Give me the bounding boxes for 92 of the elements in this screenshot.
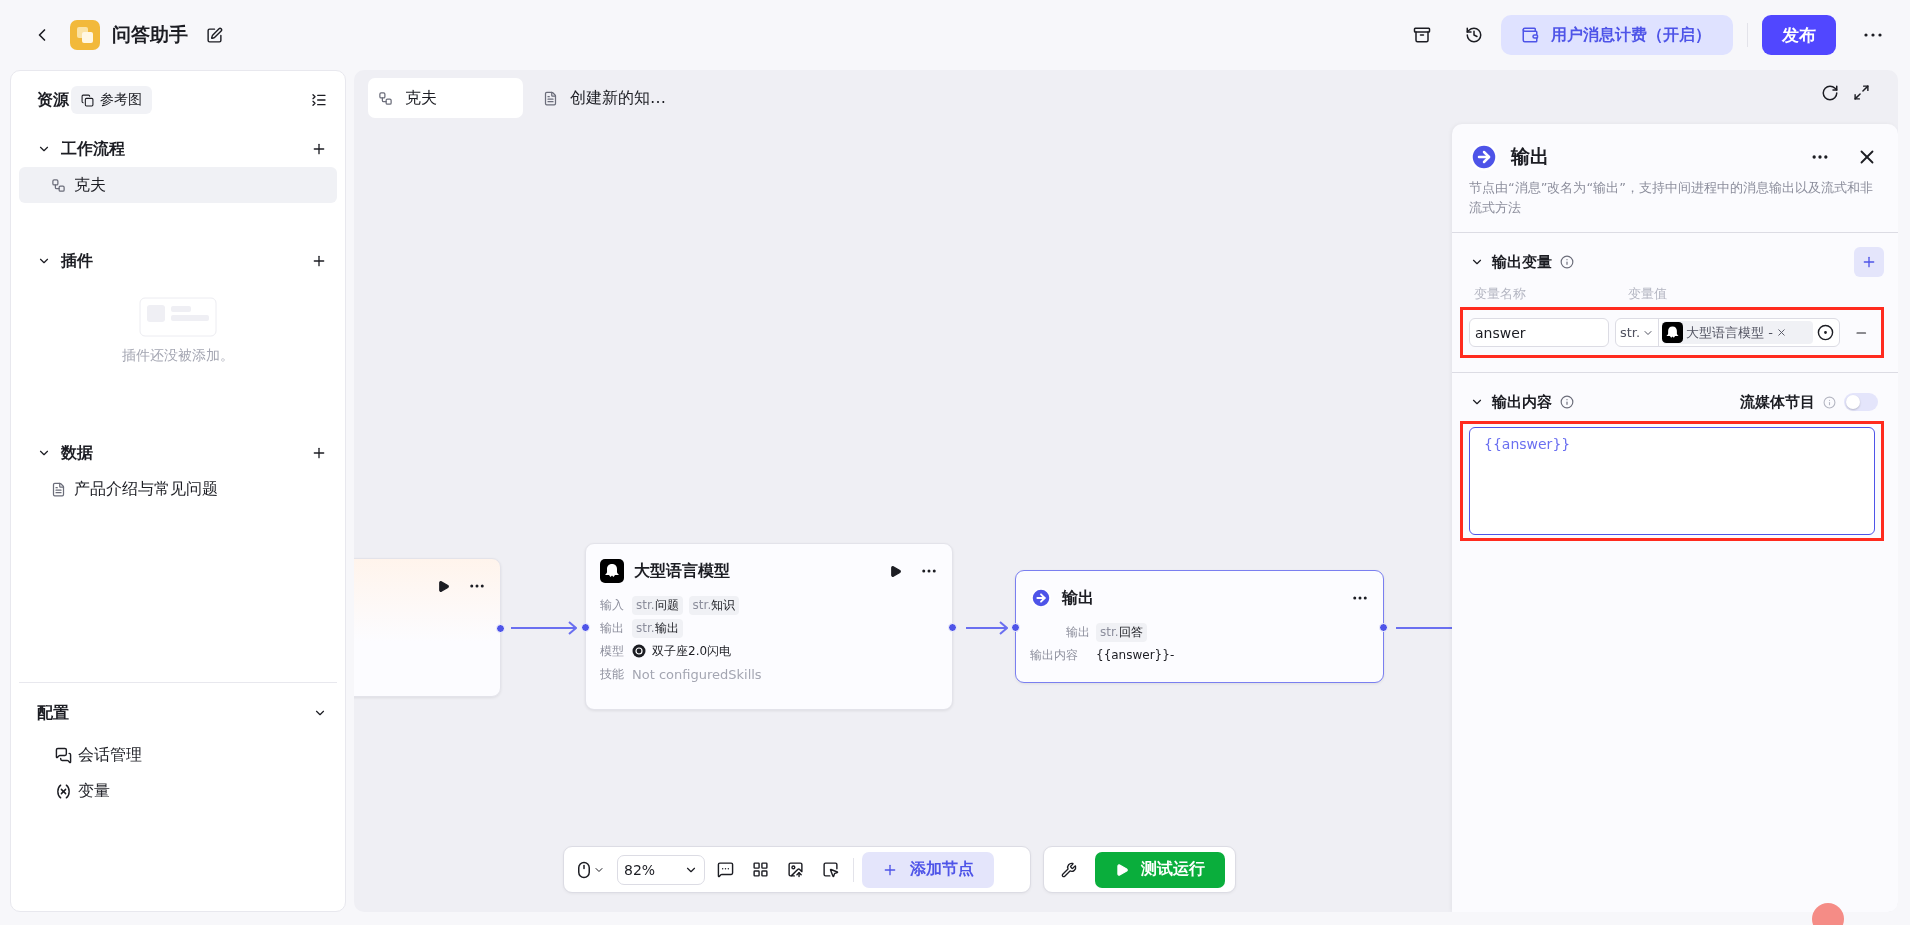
edit-icon: [206, 26, 223, 44]
document-icon: [543, 90, 558, 106]
field-label: 输出内容: [1030, 646, 1079, 664]
billing-button[interactable]: 用户消息计费（开启）: [1501, 15, 1733, 55]
field-label: 输出: [1065, 623, 1090, 641]
app-title: 问答助手: [112, 22, 188, 47]
ghost-icon: [1662, 322, 1684, 343]
type-select[interactable]: str.: [1616, 319, 1660, 346]
section-title: 工作流程: [61, 138, 126, 160]
section-title: 输出内容: [1492, 392, 1552, 412]
image-icon: [787, 861, 804, 878]
field-value: Not configuredSkills: [632, 666, 762, 682]
section-title: 插件: [61, 250, 94, 272]
play-icon[interactable]: [437, 579, 450, 593]
source-chip[interactable]: 大型语言模型 -: [1662, 321, 1814, 344]
edge-arrow: [966, 621, 1008, 635]
sidebar-item[interactable]: 克夫: [19, 167, 337, 203]
field-label: 模型: [600, 642, 625, 660]
output-port[interactable]: [948, 622, 957, 632]
output-content-field[interactable]: {{answer}}: [1469, 427, 1875, 535]
output-port[interactable]: [496, 623, 505, 633]
section-title: 输出变量: [1492, 252, 1552, 272]
sidebar-title: 资源: [37, 89, 69, 111]
plus-icon: [1861, 254, 1877, 270]
input-port: [581, 622, 590, 632]
panel-description: 节点由“消息”改名为“输出”，支持中间进程中的消息输出以及流式和非流式方法: [1452, 178, 1898, 233]
reference-button[interactable]: 参考图: [71, 86, 152, 114]
add-icon[interactable]: [311, 445, 327, 461]
output-port[interactable]: [1379, 622, 1388, 632]
panel-title: 输出: [1511, 144, 1550, 169]
ghost-icon: [600, 559, 624, 583]
stream-toggle[interactable]: [1844, 393, 1878, 411]
variable-tag: str.输出: [632, 618, 683, 638]
empty-message: 插件还没被添加。: [122, 347, 234, 365]
workflow-icon: [51, 177, 66, 193]
info-icon: [1560, 395, 1574, 409]
refresh-icon[interactable]: [1821, 84, 1839, 102]
history-icon: [1465, 26, 1483, 44]
more-icon: [1864, 33, 1882, 37]
add-variable-button[interactable]: [1854, 247, 1884, 277]
model-icon: [632, 644, 646, 658]
mouse-icon: [575, 860, 593, 879]
output-icon: [1030, 587, 1052, 609]
stream-label: 流媒体节目: [1740, 392, 1815, 412]
input-port: [1011, 622, 1020, 632]
info-icon: [1560, 255, 1574, 269]
column-header: 变量名称: [1474, 285, 1527, 303]
document-icon: [51, 481, 66, 497]
node-title: 大型语言模型: [634, 560, 731, 582]
add-node-button[interactable]: 添加节点: [862, 851, 994, 888]
variable-tag: str.回答: [1096, 622, 1147, 642]
sidebar-item[interactable]: 产品介绍与常见问题: [19, 471, 337, 507]
expand-icon[interactable]: [1853, 84, 1870, 101]
field-label: 输出: [600, 619, 625, 637]
grid-icon: [752, 861, 769, 878]
wallet-icon: [1521, 26, 1539, 44]
chat-icon: [55, 746, 72, 764]
column-header: 变量值: [1628, 285, 1668, 303]
config-item[interactable]: 会话管理: [19, 737, 337, 773]
field-value: 双子座2.0闪电: [652, 642, 732, 660]
edge-arrow: [511, 621, 577, 635]
field-label: 输入: [600, 596, 625, 614]
canvas-tab[interactable]: 创建新的知…: [533, 78, 676, 118]
play-icon[interactable]: [889, 564, 902, 578]
add-icon[interactable]: [311, 141, 327, 157]
section-title: 配置: [37, 702, 70, 724]
remove-icon[interactable]: [1776, 327, 1787, 338]
target-icon[interactable]: [1817, 324, 1835, 341]
variable-icon: [55, 782, 72, 800]
archive-icon: [1413, 26, 1431, 44]
copy-icon: [81, 93, 94, 107]
zoom-select[interactable]: 82%: [617, 854, 705, 885]
section-title: 数据: [61, 442, 94, 464]
info-icon: [1823, 395, 1836, 409]
canvas-tab[interactable]: 克夫: [368, 78, 523, 118]
node-title: 输出: [1062, 587, 1095, 609]
field-value: {{answer}}-: [1096, 648, 1175, 662]
play-icon: [1115, 862, 1129, 877]
app-logo-icon: [70, 20, 100, 50]
comment-icon: [717, 861, 734, 878]
variable-tag: str.问题: [632, 595, 683, 615]
collapse-icon[interactable]: [311, 92, 327, 108]
pointer-icon: [822, 861, 839, 878]
variable-tag: str.知识: [688, 595, 740, 615]
workflow-icon: [378, 90, 393, 106]
config-item[interactable]: 变量: [19, 773, 337, 809]
variable-name-field[interactable]: answer: [1469, 318, 1609, 347]
output-icon: [1469, 142, 1499, 172]
wrench-icon: [1061, 861, 1077, 878]
add-icon[interactable]: [311, 253, 327, 269]
publish-button[interactable]: 发布: [1762, 15, 1836, 55]
field-label: 技能: [600, 665, 625, 683]
